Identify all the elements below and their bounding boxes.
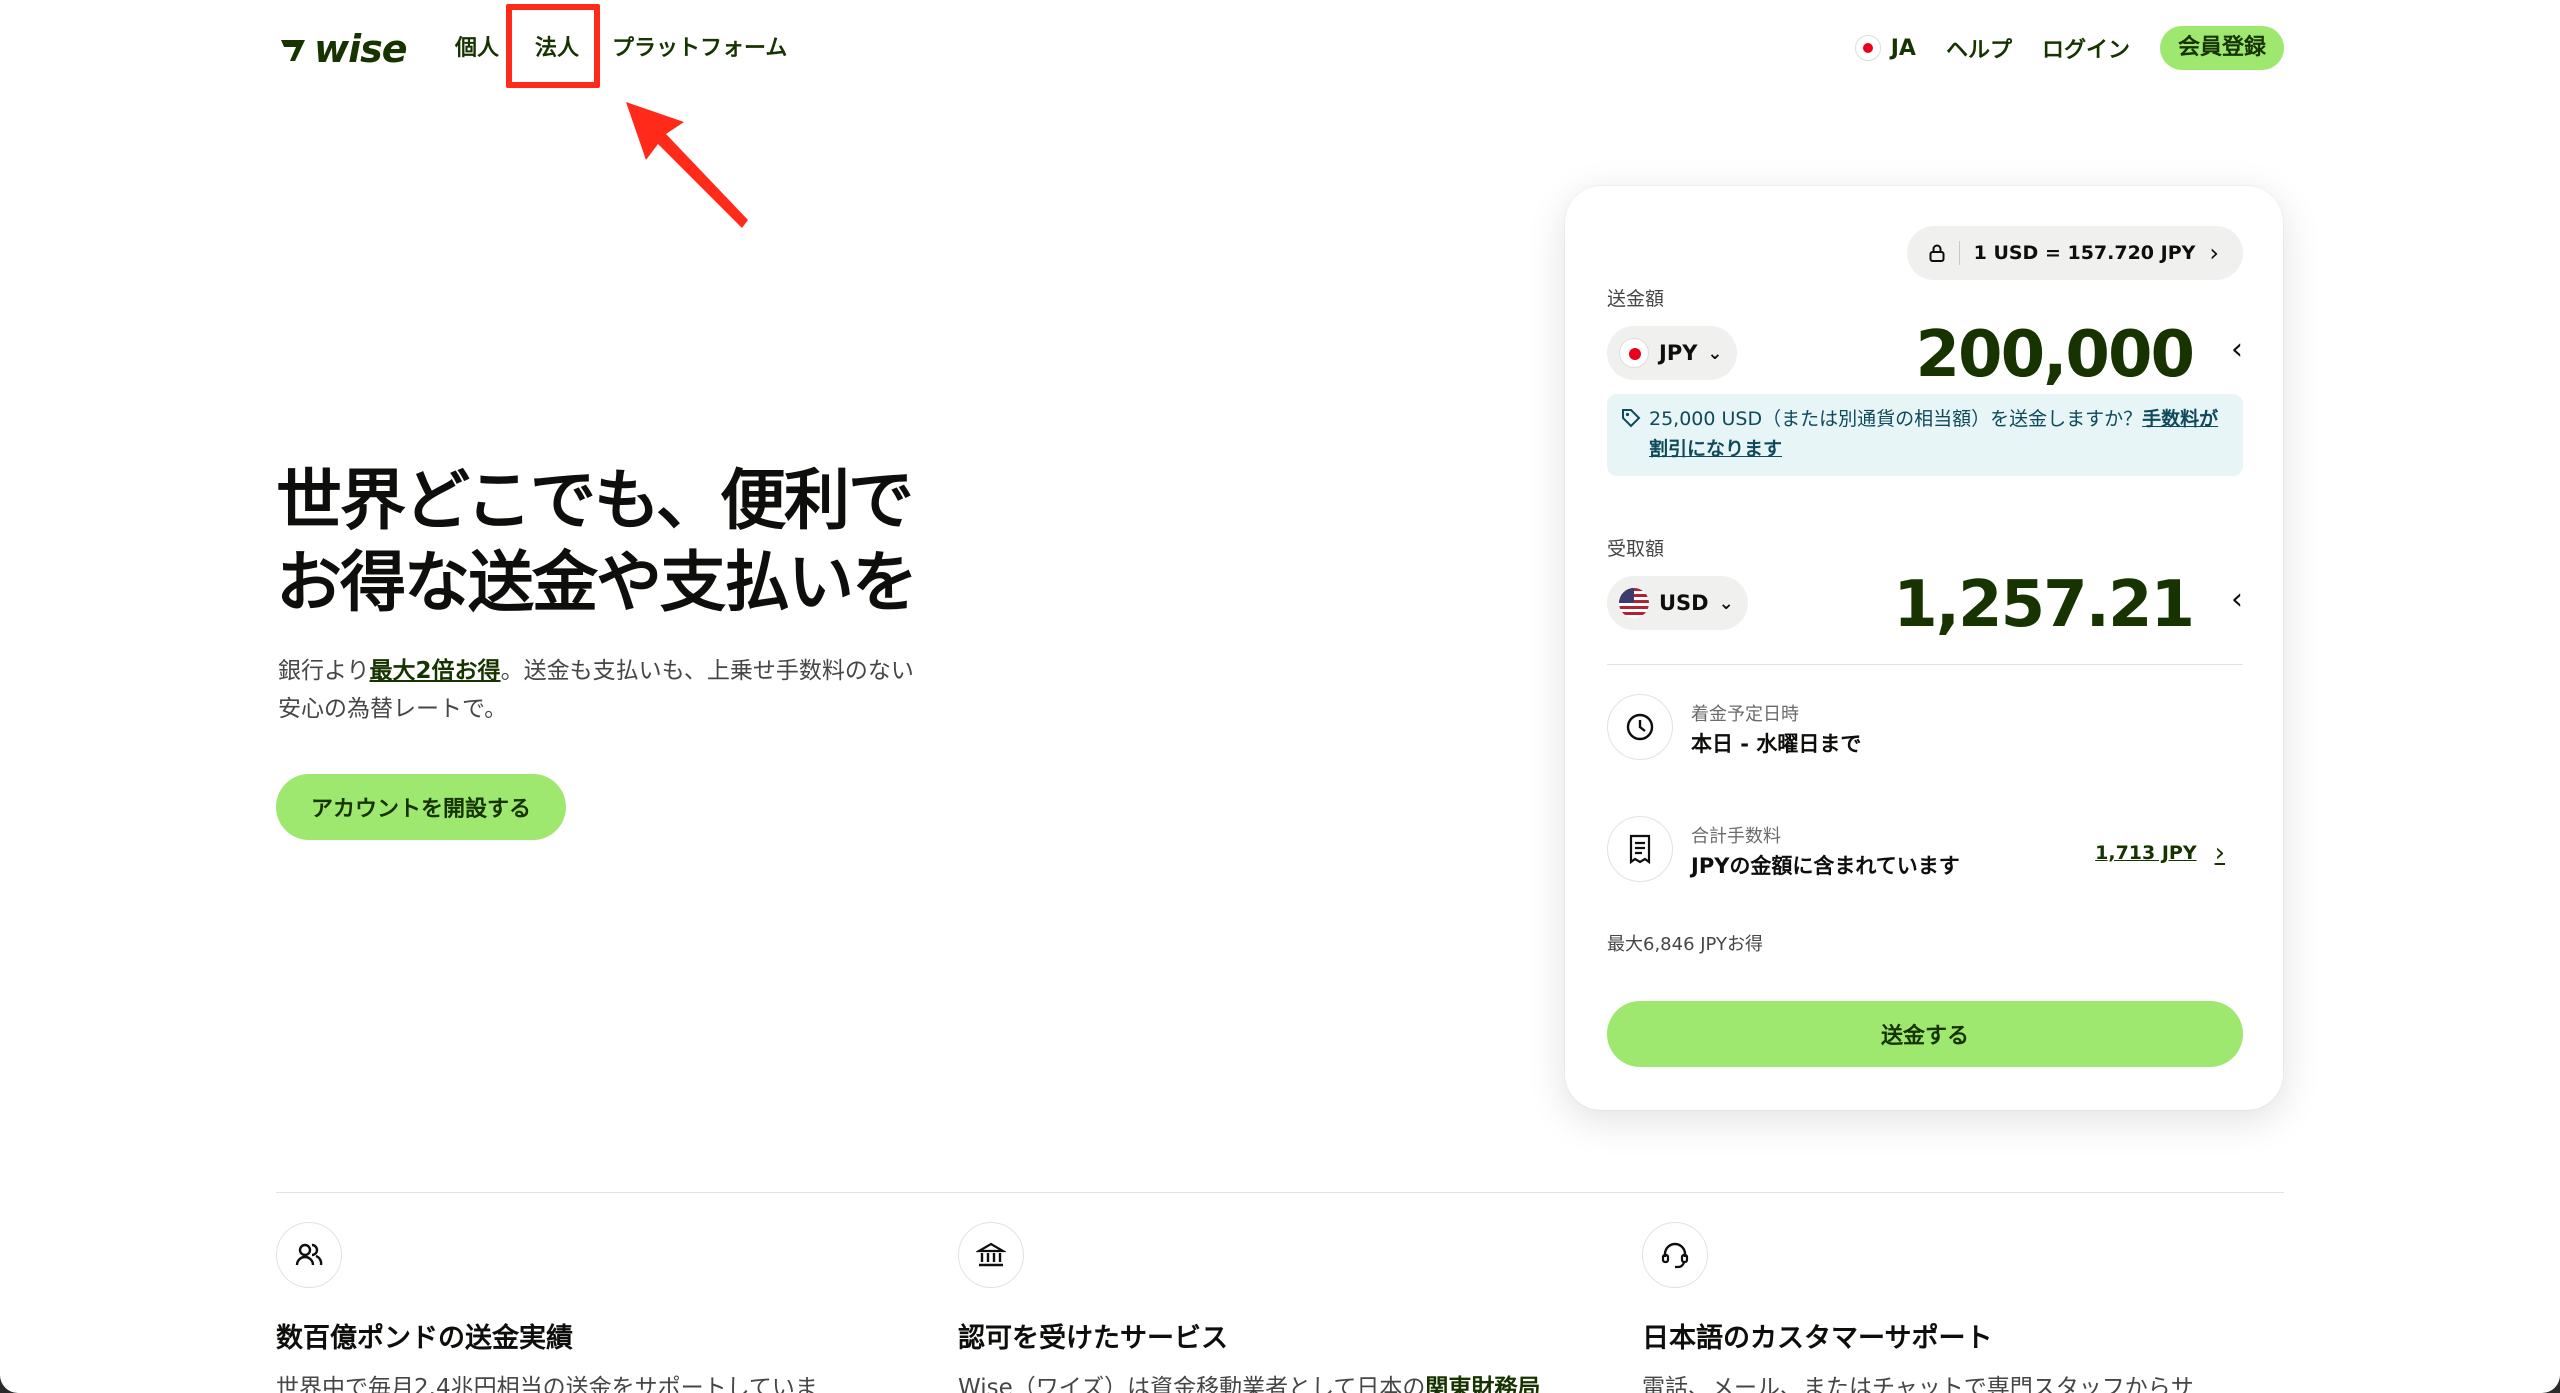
calculator-card: 1 USD = 157.720 JPY › 送金額 JPY ⌄ 200,000 … xyxy=(1565,186,2283,1110)
hero-sub-emphasis[interactable]: 最大2倍お得 xyxy=(370,658,501,684)
nav-platform[interactable]: プラットフォーム xyxy=(612,34,787,64)
language-selector[interactable]: JA xyxy=(1854,35,1916,61)
fee-breakdown-link[interactable]: 1,713 JPY › xyxy=(2095,838,2225,868)
pill-separator xyxy=(1958,241,1960,265)
chevron-down-icon: ⌄ xyxy=(1707,342,1723,364)
wise-logo[interactable]: wise xyxy=(278,27,408,71)
annotation-arrow-icon xyxy=(626,102,748,228)
receive-amount-input[interactable]: 1,257.21 xyxy=(1893,570,2195,640)
hero-subtitle: 銀行より最大2倍お得。送金も支払いも、上乗せ手数料のない 安心の為替レートで。 xyxy=(278,652,998,728)
japan-flag-icon xyxy=(1854,35,1881,61)
discount-text: 25,000 USD（または別通貨の相当額）を送金しますか？ xyxy=(1649,408,2143,430)
fee-label: 合計手数料 xyxy=(1691,826,1781,847)
feature-support: 日本語のカスタマーサポート 電話、メール、またはチャットで専門スタッフからサ xyxy=(1642,1222,2282,1393)
receive-currency-code: USD xyxy=(1659,591,1709,615)
hero-title-line-2: お得な送金や支払いを xyxy=(276,544,918,621)
page: wise 個人 法人 プラットフォーム JA ヘルプ ログイン 会員登録 世界ど… xyxy=(0,0,2560,1393)
feature-text: 世界中で毎月2.4兆円相当の送金をサポートしていま xyxy=(276,1375,818,1393)
language-label: JA xyxy=(1890,35,1916,61)
japan-flag-icon xyxy=(1619,338,1649,368)
open-account-button[interactable]: アカウントを開設する xyxy=(276,774,566,840)
receive-currency-select[interactable]: USD ⌄ xyxy=(1607,576,1748,630)
bank-icon xyxy=(958,1222,1024,1288)
login-link[interactable]: ログイン xyxy=(2042,32,2130,64)
chevron-down-icon: ⌄ xyxy=(1718,592,1734,614)
send-label: 送金額 xyxy=(1607,288,1665,310)
send-amount-input[interactable]: 200,000 xyxy=(1916,320,2195,390)
fee-row: 合計手数料 JPYの金額に含まれています 1,713 JPY › xyxy=(1607,816,2243,886)
us-flag-icon xyxy=(1619,588,1649,618)
rate-pill[interactable]: 1 USD = 157.720 JPY › xyxy=(1906,226,2243,280)
wise-flag-icon xyxy=(281,40,305,61)
hero-sub-line-2: 安心の為替レートで。 xyxy=(278,696,508,722)
feature-title: 日本語のカスタマーサポート xyxy=(1642,1323,1993,1354)
fee-amount: 1,713 JPY xyxy=(2095,842,2197,864)
exchange-rate: 1 USD = 157.720 JPY xyxy=(1973,242,2196,264)
feature-volume: 数百億ポンドの送金実績 世界中で毎月2.4兆円相当の送金をサポートしていま xyxy=(276,1222,916,1393)
discount-link[interactable]: 手数料が xyxy=(2142,408,2218,430)
highlight-box xyxy=(506,4,600,88)
divider xyxy=(1607,664,2243,665)
savings-text: 最大6,846 JPYお得 xyxy=(1607,934,1764,955)
send-button[interactable]: 送金する xyxy=(1607,1001,2243,1067)
feature-title: 数百億ポンドの送金実績 xyxy=(276,1323,573,1354)
hero-title-line-1: 世界どこでも、便利で xyxy=(276,462,914,539)
discount-link-2[interactable]: 割引になります xyxy=(1649,438,1782,460)
clock-icon xyxy=(1607,694,1673,760)
chevron-left-icon[interactable]: ‹ xyxy=(2231,332,2243,367)
nav-personal[interactable]: 個人 xyxy=(455,34,499,64)
hero-sub-rest: 。送金も支払いも、上乗せ手数料のない xyxy=(500,658,914,684)
feature-text: Wise（ワイズ）は資金移動業者として日本の関東財務局 xyxy=(958,1371,1598,1393)
feature-text-prefix: Wise（ワイズ）は資金移動業者として日本の xyxy=(958,1375,1426,1393)
receive-label: 受取額 xyxy=(1607,538,1665,560)
chevron-left-icon[interactable]: ‹ xyxy=(2231,582,2243,617)
arrival-row: 着金予定日時 本日 - 水曜日まで xyxy=(1607,694,2243,764)
help-link[interactable]: ヘルプ xyxy=(1946,32,2012,64)
header-right: JA ヘルプ ログイン 会員登録 xyxy=(1854,26,2284,70)
feature-text: 電話、メール、またはチャットで専門スタッフからサ xyxy=(1642,1375,2194,1393)
arrival-value: 本日 - 水曜日まで xyxy=(1691,732,1862,756)
hero-sub-prefix: 銀行より xyxy=(278,658,370,684)
tag-icon xyxy=(1622,409,1641,428)
headset-icon xyxy=(1642,1222,1708,1288)
fee-value: JPYの金額に含まれています xyxy=(1691,854,1960,878)
people-icon xyxy=(276,1222,342,1288)
send-currency-code: JPY xyxy=(1659,341,1698,365)
discount-notice: 25,000 USD（または別通貨の相当額）を送金しますか？手数料が 割引になり… xyxy=(1607,394,2243,476)
chevron-right-icon: › xyxy=(2214,838,2225,868)
feature-licensed: 認可を受けたサービス Wise（ワイズ）は資金移動業者として日本の関東財務局 xyxy=(958,1222,1598,1393)
hero-title: 世界どこでも、便利で お得な送金や支払いを xyxy=(276,460,976,624)
chevron-right-icon: › xyxy=(2209,239,2219,267)
receipt-icon xyxy=(1607,816,1673,882)
lock-icon xyxy=(1929,244,1945,262)
feature-divider xyxy=(276,1192,2284,1193)
feature-title: 認可を受けたサービス xyxy=(958,1323,1228,1354)
signup-button[interactable]: 会員登録 xyxy=(2159,26,2284,70)
logo-text: wise xyxy=(314,27,408,71)
feature-text-link[interactable]: 関東財務局 xyxy=(1425,1375,1540,1393)
send-currency-select[interactable]: JPY ⌄ xyxy=(1607,326,1737,380)
arrival-label: 着金予定日時 xyxy=(1691,704,1799,725)
